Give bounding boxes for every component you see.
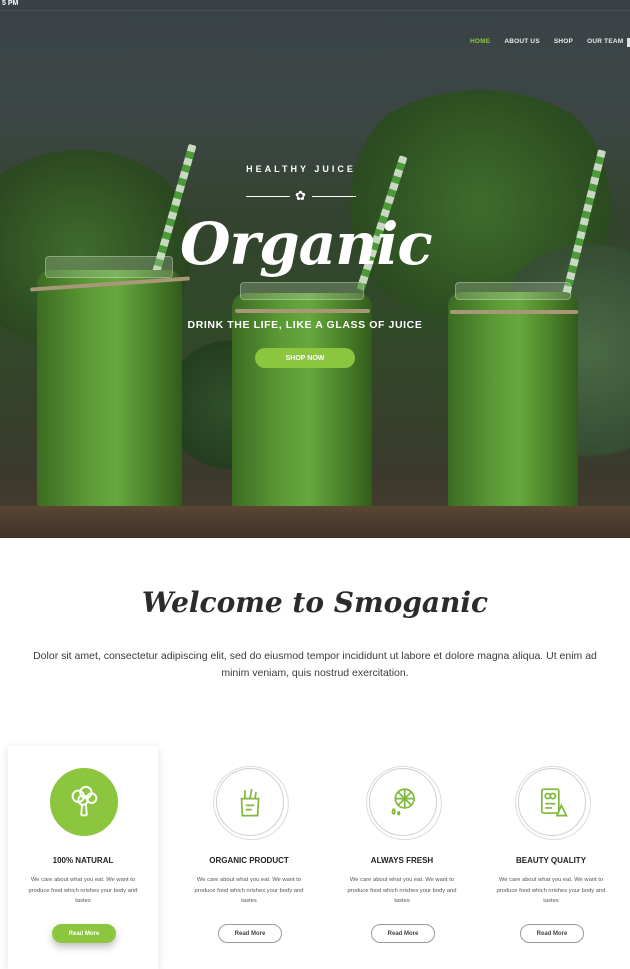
sprout-icon: ✿ [295,188,306,203]
wooden-table [0,506,630,538]
page: 5 PM HOME ABOUT US SHOP OUR TEAM HEALTHY… [0,0,630,969]
read-more-button[interactable]: Read More [520,924,584,943]
twine [450,310,578,314]
feature-card: 100% NATURAL We care about what you eat.… [8,746,158,969]
jar-rim [240,282,364,300]
nav-item-home[interactable]: HOME [470,38,490,45]
read-more-button[interactable]: Read More [52,924,116,943]
jar-rim [455,282,571,300]
feature-card: ALWAYS FRESH We care about what you eat.… [327,746,477,969]
citrus-slice-icon [369,768,437,836]
divider [312,196,356,197]
feature-title: ALWAYS FRESH [370,856,434,865]
hero-subtitle: DRINK THE LIFE, LIKE A GLASS OF JUICE [187,319,423,331]
read-more-button[interactable]: Read More [218,924,282,943]
feature-card: BEAUTY QUALITY We care about what you ea… [476,746,626,969]
nav-item-shop[interactable]: SHOP [554,38,573,45]
welcome-title: Welcome to Smoganic [141,586,489,619]
feature-card: ORGANIC PRODUCT We care about what you e… [174,746,324,969]
read-more-button[interactable]: Read More [371,924,435,943]
juice-jar-right [448,292,578,517]
juice-jar-left [37,270,182,515]
broccoli-icon [50,768,118,836]
nav-item-about-us[interactable]: ABOUT US [504,38,540,45]
divider [246,196,290,197]
feature-title: BEAUTY QUALITY [515,856,587,865]
hero-badge: HEALTHY JUICE ✿ [236,150,366,210]
jar-rim [45,256,173,278]
feature-text: We care about what you eat. We want to p… [194,877,304,904]
feature-title: 100% NATURAL [52,856,114,865]
welcome-text: Dolor sit amet, consectetur adipiscing e… [33,650,597,679]
feature-title: ORGANIC PRODUCT [209,856,289,865]
grocery-bag-icon [216,768,284,836]
hero-banner: 5 PM HOME ABOUT US SHOP OUR TEAM HEALTHY… [0,0,630,538]
status-time: 5 PM [2,0,19,7]
shop-now-button[interactable]: SHOP NOW [255,348,355,368]
feature-text: We care about what you eat. We want to p… [347,877,457,904]
twine [235,309,370,313]
feature-text: We care about what you eat. We want to p… [496,877,606,904]
hero-title: Organic [180,210,433,278]
main-nav: HOME ABOUT US SHOP OUR TEAM [470,38,623,45]
divider [0,10,630,11]
recipe-book-icon [518,768,586,836]
feature-text: We care about what you eat. We want to p… [28,877,138,904]
hero-badge-text: HEALTHY JUICE [246,164,356,174]
nav-item-our-team[interactable]: OUR TEAM [587,38,623,45]
